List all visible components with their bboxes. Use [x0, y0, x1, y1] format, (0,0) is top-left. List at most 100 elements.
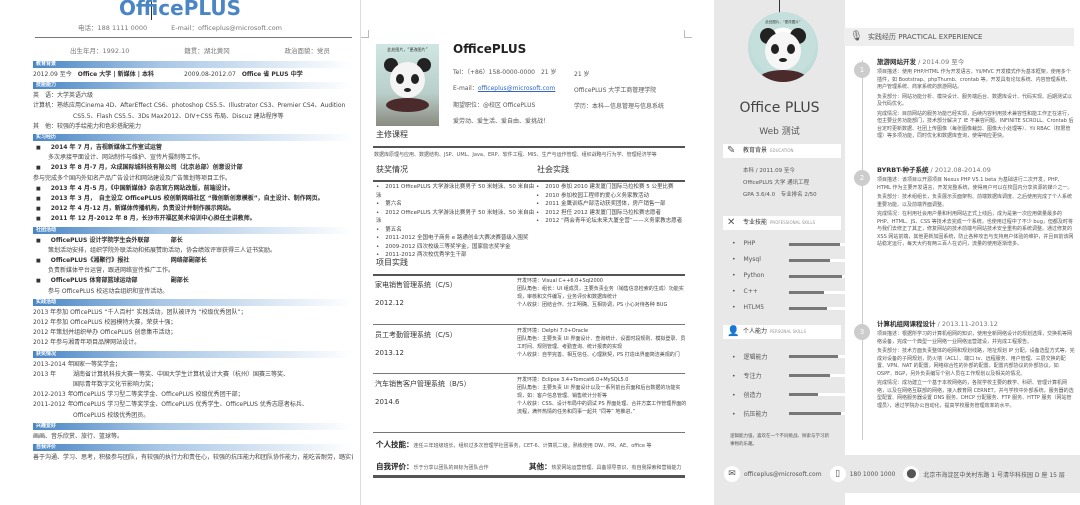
sidebar: 此处图片，“更改图片” Office PLUS Web 测试 ✎ 教育背景 EDUC… — [714, 0, 847, 505]
project-item: 家电销售管理系统（C/S） 2012.12 开发环境：Visual C++6.0+… — [375, 278, 684, 308]
award-item: 2011-2012 全国电子商务 e 路通创业大赛决赛晋级入围奖 — [376, 234, 536, 243]
self-eval: 自我评价：乐于分享以团队的目标为团队合作 — [376, 462, 489, 471]
experience-paragraph: 项目描述：使用 PHP/HTML 作为开发语言，Yii/MVC 开发模式作为基本… — [877, 69, 1071, 90]
ability-bar — [789, 374, 847, 377]
experience-item: 旅游网站开发 / 2014.09 至今 项目描述：使用 PHP/HTML 作为开… — [877, 58, 1074, 139]
email-link[interactable]: officeplus@microsoft.com — [478, 85, 556, 92]
internship-item: 2012 年 4 月-12 月，新媒体传播机构，负责设计并制作展示网站。 — [33, 204, 353, 214]
personal-info: 出生年月：1992.10 籍贯：湖北黄冈 政治面貌：党员 — [70, 45, 330, 55]
section-self: 自我评价 — [33, 444, 353, 452]
campus-desc: 参与 OfficePLUS 校运动会组织和宣传活动。 — [48, 287, 169, 295]
personal-heading: 👤 个人能力 PERSONAL SKILLS — [723, 325, 841, 339]
location-pin-icon: ⬤ — [903, 466, 920, 482]
edu-line: 本科 / 2011.09 至今 — [743, 168, 795, 174]
social-list: 2010 参加 2010 建发厦门国际马拉松赛 5 公里比赛 2010 参加校园… — [536, 183, 686, 226]
resume-preview-1[interactable]: OfficePLUS 电话：188 1111 0000 E-mail：office… — [0, 0, 360, 505]
divider — [35, 37, 352, 38]
experience-heading: 🎙 实践经历 PRACTICAL EXPERIENCE — [844, 28, 1074, 46]
edit-icon: ✎ — [727, 145, 736, 156]
ability-item: 逻辑能力 — [732, 352, 847, 361]
person-icon: 👤 — [727, 326, 740, 337]
avatar[interactable]: 此处图片，“更改图片” — [748, 12, 818, 82]
resume-preview-3[interactable]: 此处图片，“更改图片” Office PLUS Web 测试 ✎ 教育背景 EDUC… — [712, 0, 1080, 505]
projects-heading: 项目实践 — [376, 258, 408, 267]
timeline — [862, 200, 863, 440]
experience-paragraph: 项目描述：该项目以开源项目 Nexus PHP V5.1 beta 为基础进行二… — [877, 177, 1073, 191]
award-item: 2009-2012 四次校级三等奖学金，国家励志奖学金 — [376, 243, 536, 252]
resume-preview-2[interactable]: 此处图片，“更改图片” OfficePLUS Tel：（+86）158-0000… — [360, 0, 712, 505]
skill-line: 英 语：大学英语六级 — [33, 92, 94, 100]
experience-item: 计算机组网课程设计 / 2013.11-2013.12 项目描述：根据所学习的计… — [877, 320, 1075, 409]
award-item: 2012 OfficePLUS 大学游泳比赛男子 50 米蛙泳、50 米自由泳 — [376, 209, 536, 226]
age: 21 岁 — [574, 71, 590, 78]
internship-item: 2014 年 7 月，吉视新媒体工作室试运营 — [33, 143, 353, 153]
section-awards: 获奖情况 — [33, 350, 353, 358]
social-item: 2010 参加校园工程师的爱心义务家教活动 — [536, 192, 686, 201]
ability-bar — [789, 412, 847, 415]
phone-icon: ▯ — [829, 466, 846, 482]
experience-paragraph: 项目描述：根据所学习的计算机组网的知识，使用全新网络设计的规划选择，交换机等网络… — [877, 331, 1073, 345]
awards-list: 2011 OfficePLUS 大学游泳比赛男子 50 米蛙泳、50 米自由泳 … — [376, 183, 536, 260]
personal-note: 事物的乐趣。 — [730, 442, 757, 447]
award-row: 国际青年数字文化节影响力奖； — [73, 381, 158, 389]
profile-photo[interactable]: 此处图片，“更改图片” — [376, 44, 439, 126]
section-campus: 社团活动 — [33, 226, 353, 234]
footer-email: officeplus@microsoft.com — [744, 470, 822, 478]
internship-item: 2013 年 3 月， 自主设立 OfficePLUS 校创新网络社区 “微创新… — [33, 194, 353, 204]
internship-item: 2013 年 4 月-5 月，《中国新媒体》杂志官方网站改版，前端设计。 — [33, 184, 353, 194]
resume-name: OfficePLUS — [453, 42, 527, 56]
skill-bar — [789, 275, 847, 278]
awards-heading: 获奖情况 — [376, 165, 408, 174]
campus-desc: 策划活动安排，组织学院外联活动和拓展赞助活动，协会绩效评审获得三人证书奖励。 — [48, 246, 277, 254]
experience-paragraph: 负责部分：网站功能分析、模块设计、服务端后台、数据库设计、代码实现、后期测试以及… — [877, 93, 1073, 108]
ability-item: 抗压能力 — [732, 409, 847, 418]
tel: Tel：（+86）158-0000-0000 21 岁 — [453, 69, 557, 76]
divider — [373, 432, 685, 433]
internship-item: 2013 年 8 月-7 月，众成国际城科技有限公司（北京总部）创意设计部 — [33, 163, 353, 173]
skill-bar — [789, 259, 847, 262]
email-line: E-mail：officeplus@microsoft.com — [453, 85, 556, 92]
internship-item: 2011 年 12 月-2012 年 8 月，长沙市开福区美术培训中心担任主讲教… — [33, 214, 353, 224]
skill-item: Mysql — [732, 256, 847, 263]
margin-mark — [361, 30, 369, 38]
degree: 学历：本科—信息管理与信息系统 — [574, 103, 665, 110]
self-eval-text: 善于沟通、学习、思考，积极参与团队，有较强的执行力和责任心，较强的抗压能力和团队… — [33, 454, 353, 462]
native-place: 籍贯：湖北黄冈 — [184, 47, 230, 55]
divider — [373, 324, 685, 325]
social-item: 2010 参加 2010 建发厦门国际马拉松赛 5 公里比赛 — [536, 183, 686, 192]
school: OfficePLUS 大学工商管理学院 — [574, 87, 657, 94]
social-item: 2011 金鹰训练户部活动获奖团体，房产销售一部 — [536, 200, 686, 209]
award-row: 2013 年湖南省计算机科技大赛一等奖、中国大学生计算机设计大赛（杭州）国赛三等… — [33, 370, 290, 378]
tools-icon: ✕ — [727, 217, 736, 228]
footer-phone: 180 1000 1000 — [849, 470, 896, 478]
practice-item: 2013 年参加 OfficePLUS “千人百村” 实践活动，团队被评为 “校… — [33, 308, 247, 316]
divider — [373, 475, 685, 478]
courses-text: 数据库原理与应用、数据结构、JSP、UML、Java、ERP、软件工程、MIS、… — [374, 152, 657, 158]
edu-line: OfficePLUS 大学 通讯工程 — [743, 180, 810, 186]
social-heading: 社会实践 — [537, 165, 569, 174]
resume-body: 教育背景 2012.09 至今 Office 大学 | 新媒体 | 本科 2009… — [33, 59, 353, 463]
experience-paragraph: 负责部分：技术组组长，负责展示页面架构、前端数据库调度、之后使用完成了个人系统重… — [877, 194, 1073, 208]
microphone-icon: 🎙 — [850, 31, 863, 42]
margin-mark — [684, 30, 692, 38]
resume-name: Office PLUS — [739, 100, 820, 116]
campus-desc: 负责新媒体平台运营，跟进网络宣传推广工作。 — [48, 267, 175, 275]
project-item: 员工考勤管理系统（C/S） 2013.12 开发环境：Delphi 7.0+Ora… — [375, 328, 686, 358]
experience-item: BYRBT-种子系统 / 2012.08-2014.09 项目描述：该项目以开源… — [877, 166, 1074, 247]
social-item: 2012 “两会青年论坛未来大厦全营”——义务家教志愿者 — [536, 217, 686, 226]
skills-heading: ✕ 专业技能 PROFESSIONAL SKILLS — [723, 216, 841, 230]
political-status: 政治面貌：党员 — [284, 47, 330, 55]
divider — [373, 146, 685, 148]
personal-skills: 个人技能：连任三年班级班长，组织过多次管理学社团事务，CET-6、计算机二级，熟… — [376, 440, 652, 449]
practice-item: 2012 年参加 OfficePLUS 校园模特大赛，荣获十强； — [33, 319, 177, 327]
divider — [373, 373, 685, 374]
internship-desc: 多次承接平面设计、网站制作与维护、宣传片摄制等工作。 — [48, 154, 205, 162]
resume-name: OfficePLUS — [118, 0, 242, 20]
skill-line: CS5.5、Flash CS5.5、3Ds Max2012、DIV+CSS 布局… — [73, 112, 284, 120]
skill-item: HTLM5 — [732, 304, 847, 311]
experience-paragraph: 完成情况：成功建立一个基于本校网络的，各院学校主要的教学、科研、管理计算机网络，… — [877, 380, 1074, 409]
award-item-cont: 第五名 — [376, 226, 536, 235]
practice-item: 2012 年策划并组织举办 OfficePLUS 创意集市活动； — [33, 329, 177, 337]
birth: 出生年月：1992.10 — [70, 47, 130, 55]
ability-bar — [789, 355, 847, 358]
